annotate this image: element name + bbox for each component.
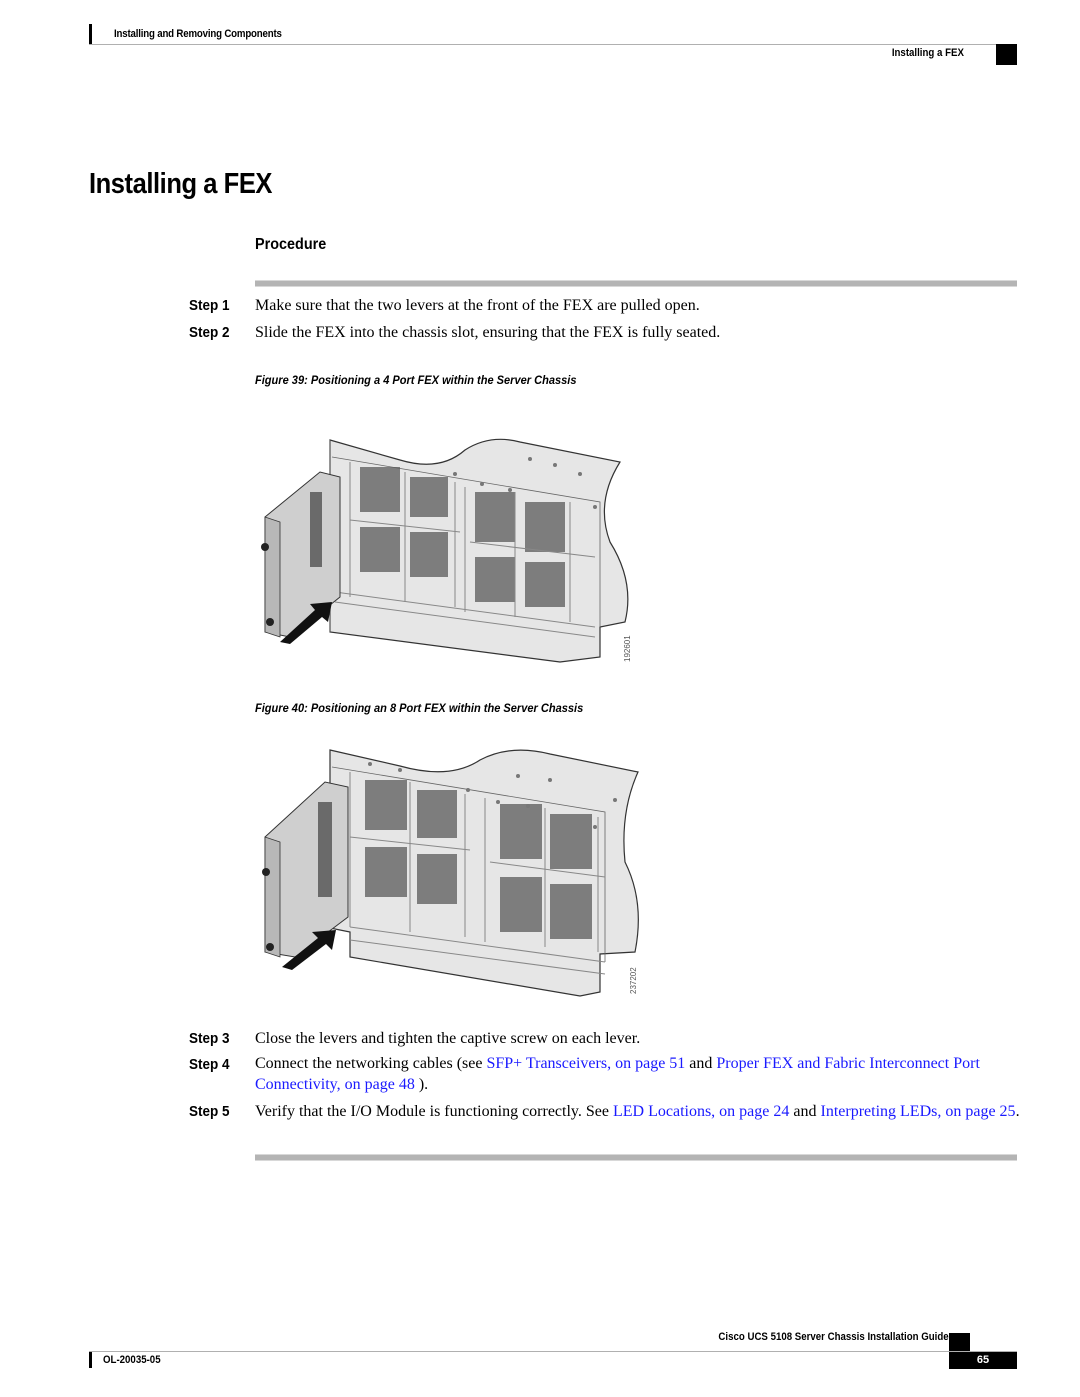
header-bar xyxy=(89,24,92,44)
link-led-locations[interactable]: LED Locations, on page 24 xyxy=(613,1103,789,1120)
header-marker xyxy=(996,44,1017,65)
procedure-title: Procedure xyxy=(255,236,327,253)
header-divider xyxy=(89,44,1017,45)
figure-40-illustration: 237202 xyxy=(262,749,639,997)
link-sfp-transceivers[interactable]: SFP+ Transceivers, on page 51 xyxy=(486,1055,685,1072)
step-5-text-after: . xyxy=(1015,1103,1020,1120)
step-3-label: Step 3 xyxy=(189,1030,230,1047)
chassis-drawing xyxy=(329,749,639,997)
step-4-text: Connect the networking cables (see SFP+ … xyxy=(255,1053,1025,1095)
footer-bar xyxy=(89,1352,92,1368)
figure-39-caption: Figure 39: Positioning a 4 Port FEX with… xyxy=(255,373,577,387)
step-4-text-after: ). xyxy=(414,1076,429,1093)
page-number: 65 xyxy=(949,1352,1017,1369)
page-title: Installing a FEX xyxy=(89,168,272,200)
step-4-text-before: Connect the networking cables (see xyxy=(255,1055,487,1072)
header-section: Installing a FEX xyxy=(891,47,964,59)
footer-divider xyxy=(89,1351,1017,1352)
step-4-label: Step 4 xyxy=(189,1056,230,1073)
figure-39-illustration: 192601 xyxy=(261,438,632,663)
step-2-label: Step 2 xyxy=(189,324,230,341)
step-5-text-before: Verify that the I/O Module is functionin… xyxy=(255,1103,613,1120)
step-5-text: Verify that the I/O Module is functionin… xyxy=(255,1101,1025,1122)
figure-40-caption: Figure 40: Positioning an 8 Port FEX wit… xyxy=(255,701,584,715)
step-4-text-middle: and xyxy=(685,1055,717,1072)
footer-guide-title: Cisco UCS 5108 Server Chassis Installati… xyxy=(718,1331,949,1343)
figure-40-id: 237202 xyxy=(629,967,638,994)
chassis-drawing xyxy=(329,438,629,663)
procedure-top-rule xyxy=(255,280,1017,287)
step-5-label: Step 5 xyxy=(189,1103,230,1120)
step-2-text: Slide the FEX into the chassis slot, ens… xyxy=(255,324,721,341)
procedure-bottom-rule xyxy=(255,1154,1017,1161)
footer-marker xyxy=(949,1333,970,1351)
step-1-label: Step 1 xyxy=(189,297,230,314)
figure-39-id: 192601 xyxy=(623,635,632,662)
step-1-text: Make sure that the two levers at the fro… xyxy=(255,297,700,314)
footer-doc-number: OL-20035-05 xyxy=(103,1354,161,1366)
header-chapter: Installing and Removing Components xyxy=(114,28,282,40)
step-5-text-middle: and xyxy=(789,1103,821,1120)
link-interpreting-leds[interactable]: Interpreting LEDs, on page 25 xyxy=(821,1103,1016,1120)
step-3-text: Close the levers and tighten the captive… xyxy=(255,1030,641,1047)
